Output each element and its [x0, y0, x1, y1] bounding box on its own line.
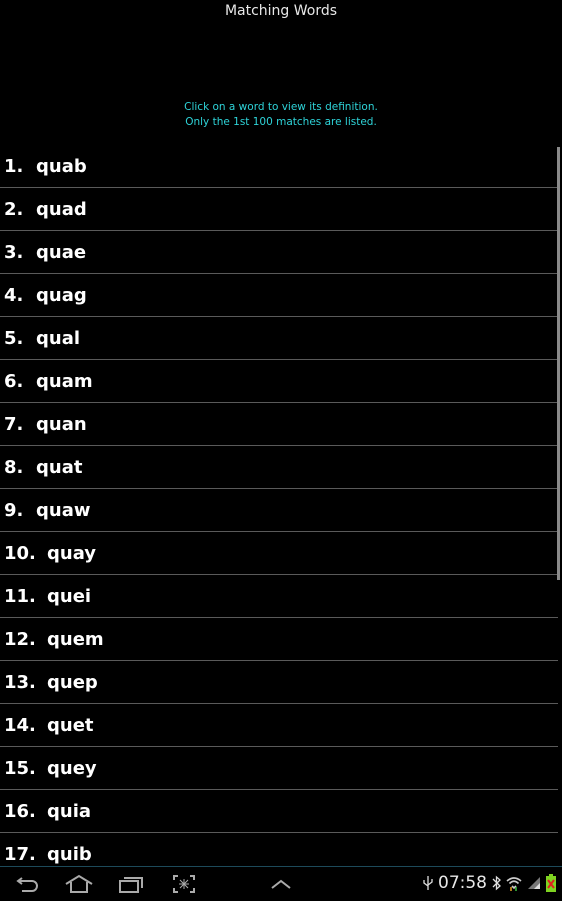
system-navbar: 07:58	[0, 866, 562, 901]
item-number: 14.	[4, 714, 36, 736]
recent-apps-button[interactable]	[116, 872, 146, 896]
item-number: 2.	[4, 198, 24, 220]
word-list-item[interactable]: 7. quan	[0, 403, 558, 446]
item-word: quab	[36, 155, 87, 177]
word-list: 1. quab 2. quad 3. quae 4. quag 5. qual 6. quam 7. qu…	[0, 145, 558, 866]
word-list-item[interactable]: 14. quet	[0, 704, 558, 747]
word-list-item[interactable]: 1. quab	[0, 145, 558, 188]
back-icon	[16, 877, 38, 892]
word-list-item[interactable]: 16. quia	[0, 790, 558, 833]
item-number: 13.	[4, 671, 36, 693]
hint-line-2: Only the 1st 100 matches are listed.	[185, 116, 377, 128]
item-number: 8.	[4, 456, 24, 478]
status-area[interactable]: 07:58	[423, 873, 556, 893]
word-list-item[interactable]: 10. quay	[0, 532, 558, 575]
word-list-item[interactable]: 6. quam	[0, 360, 558, 403]
item-word: quem	[47, 628, 104, 650]
item-word: qual	[36, 327, 81, 349]
word-list-item[interactable]: 4. quag	[0, 274, 558, 317]
item-number: 16.	[4, 800, 36, 822]
item-number: 6.	[4, 370, 24, 392]
instructions: Click on a word to view its definition. …	[0, 100, 562, 130]
item-number: 7.	[4, 413, 24, 435]
item-word: quat	[36, 456, 83, 478]
up-arrow-icon	[271, 879, 291, 889]
item-number: 5.	[4, 327, 24, 349]
item-number: 3.	[4, 241, 24, 263]
item-number: 9.	[4, 499, 24, 521]
item-number: 11.	[4, 585, 36, 607]
item-word: quag	[36, 284, 87, 306]
expand-button[interactable]	[268, 872, 294, 896]
usb-icon	[423, 876, 433, 890]
battery-icon	[546, 874, 556, 892]
item-word: quan	[36, 413, 87, 435]
bluetooth-icon	[492, 875, 501, 891]
item-word: quam	[36, 370, 93, 392]
item-word: quad	[36, 198, 87, 220]
recent-apps-icon	[119, 877, 143, 893]
word-list-item[interactable]: 3. quae	[0, 231, 558, 274]
hint-line-1: Click on a word to view its definition.	[184, 101, 378, 113]
item-word: quay	[47, 542, 97, 564]
item-word: quep	[47, 671, 98, 693]
screenshot-button[interactable]	[170, 872, 198, 896]
word-list-item[interactable]: 11. quei	[0, 575, 558, 618]
item-number: 10.	[4, 542, 36, 564]
word-list-item[interactable]: 12. quem	[0, 618, 558, 661]
item-number: 1.	[4, 155, 24, 177]
word-list-item[interactable]: 5. qual	[0, 317, 558, 360]
word-list-item[interactable]: 9. quaw	[0, 489, 558, 532]
clock: 07:58	[438, 873, 487, 893]
wifi-icon	[506, 877, 522, 891]
item-word: quei	[47, 585, 92, 607]
item-number: 17.	[4, 843, 36, 865]
item-number: 15.	[4, 757, 36, 779]
word-list-item[interactable]: 13. quep	[0, 661, 558, 704]
item-word: quey	[47, 757, 97, 779]
word-list-item[interactable]: 8. quat	[0, 446, 558, 489]
item-word: quae	[36, 241, 87, 263]
word-list-item[interactable]: 17. quib	[0, 833, 558, 866]
item-word: quib	[47, 843, 92, 865]
signal-icon	[528, 877, 540, 889]
word-list-item[interactable]: 2. quad	[0, 188, 558, 231]
item-word: quet	[47, 714, 94, 736]
item-word: quaw	[36, 499, 91, 521]
scrollbar[interactable]	[557, 147, 560, 580]
screenshot-icon	[173, 875, 195, 893]
back-button[interactable]	[14, 872, 42, 896]
home-button[interactable]	[62, 872, 96, 896]
word-list-item[interactable]: 15. quey	[0, 747, 558, 790]
item-word: quia	[47, 800, 92, 822]
page-title: Matching Words	[224, 3, 338, 19]
item-number: 4.	[4, 284, 24, 306]
home-icon	[65, 874, 93, 893]
item-number: 12.	[4, 628, 36, 650]
